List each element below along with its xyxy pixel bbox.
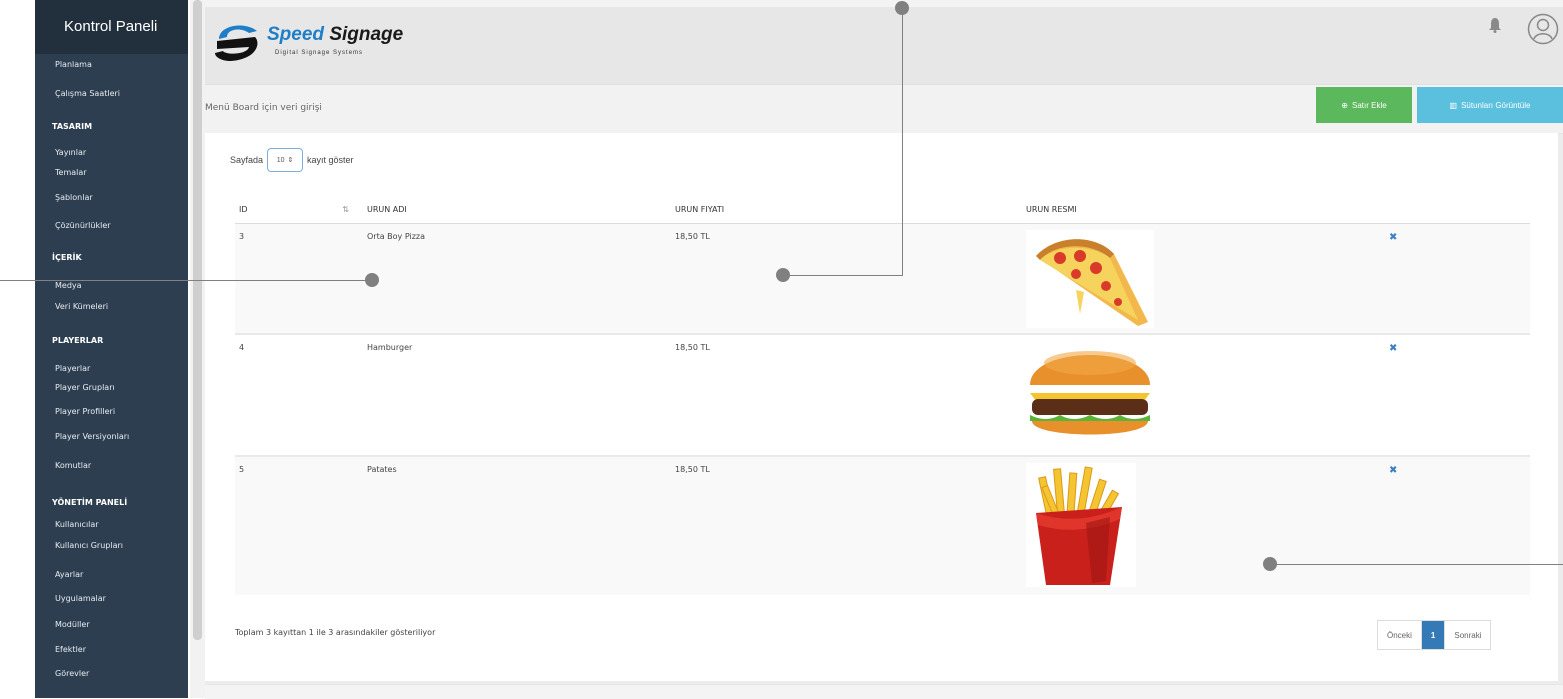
sidebar-item[interactable]: Medya [55, 281, 82, 290]
callout-marker [1263, 557, 1277, 571]
logo-text: Speed Signage [267, 24, 403, 46]
prev-page-button[interactable]: Önceki [1378, 621, 1422, 649]
bell-icon[interactable] [1488, 17, 1502, 38]
column-header-id[interactable]: ID ⇅ [235, 195, 363, 224]
sidebar-section-heading: İÇERİK [52, 253, 82, 262]
sidebar-item[interactable]: Kullanıcı Grupları [55, 541, 123, 550]
sidebar-item[interactable]: Çözünürlükler [55, 221, 111, 230]
logo-word-speed: Speed [267, 24, 325, 45]
page-length-control: Sayfada 10 ⇕ kayıt göster [230, 148, 354, 172]
data-panel: Sayfada 10 ⇕ kayıt göster ID ⇅ URUN ADI … [205, 133, 1558, 681]
sidebar-item[interactable]: Ayarlar [55, 570, 83, 579]
sidebar-item[interactable]: Şablonlar [55, 193, 93, 202]
cell-image [1022, 456, 1385, 595]
callout-marker [365, 273, 379, 287]
next-page-button[interactable]: Sonraki [1445, 621, 1490, 649]
delete-row-icon[interactable]: ✖ [1385, 456, 1530, 595]
cell-image [1022, 334, 1385, 457]
bottom-strip [205, 684, 1563, 699]
cell-price: 18,50 TL [671, 456, 1022, 595]
cell-image [1022, 223, 1385, 335]
logo-word-signage: Signage [329, 24, 404, 45]
sidebar-title[interactable]: Kontrol Paneli [35, 0, 188, 54]
sidebar-item[interactable]: Efektler [55, 645, 86, 654]
page-length-value: 10 [276, 156, 285, 164]
page-length-select[interactable]: 10 ⇕ [267, 148, 304, 172]
speed-signage-logo-icon [215, 25, 258, 61]
column-header-price[interactable]: URUN FIYATI [671, 195, 1022, 224]
callout-line [1270, 564, 1563, 565]
sidebar-section-heading: TASARIM [52, 122, 93, 131]
sidebar-section-heading: YÖNETİM PANELİ [52, 498, 128, 507]
cell-id: 4 [235, 334, 363, 457]
show-columns-button[interactable]: ▥ Sütunları Görüntüle [1417, 87, 1563, 123]
sidebar-item[interactable]: Player Versiyonları [55, 432, 129, 441]
pagination: Önceki 1 Sonraki [1377, 620, 1492, 650]
sidebar-scrollbar[interactable] [193, 0, 202, 640]
cell-id: 3 [235, 223, 363, 335]
top-header: Speed Signage Digital Signage Systems [205, 0, 1563, 84]
select-arrows-icon: ⇕ [287, 157, 294, 164]
cell-name: Patates [363, 456, 671, 595]
table-info: Toplam 3 kayıttan 1 ile 3 arasındakiler … [235, 628, 436, 637]
columns-icon: ▥ [1449, 100, 1458, 110]
page-1-button[interactable]: 1 [1421, 621, 1446, 649]
show-columns-label: Sütunları Görüntüle [1461, 100, 1531, 110]
add-row-button[interactable]: ⊕ Satır Ekle [1316, 87, 1412, 123]
length-suffix: kayıt göster [307, 155, 354, 165]
table-row: 5 Patates 18,50 TL ✖ [235, 456, 1530, 595]
sidebar-item[interactable]: Temalar [55, 168, 87, 177]
callout-line [0, 280, 372, 281]
cell-name: Orta Boy Pizza [363, 223, 671, 335]
sidebar-item[interactable]: Modüller [55, 620, 90, 629]
table-row: 4 Hamburger 18,50 TL ✖ [235, 334, 1530, 457]
callout-marker [776, 268, 790, 282]
sidebar-item[interactable]: Playerlar [55, 364, 90, 373]
sidebar-item[interactable]: Planlama [55, 60, 92, 69]
callout-line [782, 275, 902, 276]
column-header-image[interactable]: URUN RESMI [1022, 195, 1385, 224]
sidebar-item[interactable]: Player Grupları [55, 383, 115, 392]
sidebar-item[interactable]: Veri Kümeleri [55, 302, 108, 311]
sidebar: Kontrol Paneli Planlama Çalışma Saatleri T… [35, 0, 188, 698]
user-avatar-icon[interactable] [1527, 13, 1559, 45]
pizza-slice-image [1026, 230, 1154, 328]
delete-row-icon[interactable]: ✖ [1385, 223, 1530, 335]
cell-id: 5 [235, 456, 363, 595]
sidebar-item[interactable]: Çalışma Saatleri [55, 89, 120, 98]
column-header-actions [1385, 195, 1530, 224]
french-fries-image [1026, 463, 1136, 587]
callout-marker [895, 1, 909, 15]
callout-line [902, 8, 903, 276]
page-subtitle: Menü Board için veri girişi [205, 103, 322, 113]
cell-price: 18,50 TL [671, 223, 1022, 335]
table-row: 3 Orta Boy Pizza 18,50 TL ✖ [235, 223, 1530, 335]
sidebar-section-heading: PLAYERLAR [52, 336, 104, 345]
sidebar-item[interactable]: Kullanıcılar [55, 520, 99, 529]
hamburger-image [1026, 341, 1154, 445]
products-table: ID ⇅ URUN ADI URUN FIYATI URUN RESMI 3 O… [235, 195, 1530, 595]
logo-tagline: Digital Signage Systems [275, 50, 364, 56]
length-prefix: Sayfada [230, 155, 264, 165]
sidebar-item[interactable]: Player Profilleri [55, 407, 115, 416]
page-toolbar: Menü Board için veri girişi ⊕ Satır Ekle… [205, 84, 1563, 134]
plus-circle-icon: ⊕ [1341, 100, 1348, 110]
sidebar-item[interactable]: Yayınlar [55, 148, 86, 157]
sidebar-item[interactable]: Komutlar [55, 461, 91, 470]
delete-row-icon[interactable]: ✖ [1385, 334, 1530, 457]
sidebar-item[interactable]: Uygulamalar [55, 594, 106, 603]
add-row-label: Satır Ekle [1352, 100, 1387, 110]
cell-price: 18,50 TL [671, 334, 1022, 457]
column-header-name[interactable]: URUN ADI [363, 195, 671, 224]
main-area: Speed Signage Digital Signage Systems Me… [205, 0, 1563, 699]
sort-icon[interactable]: ⇅ [342, 205, 349, 214]
cell-name: Hamburger [363, 334, 671, 457]
sidebar-item[interactable]: Görevler [55, 669, 89, 678]
